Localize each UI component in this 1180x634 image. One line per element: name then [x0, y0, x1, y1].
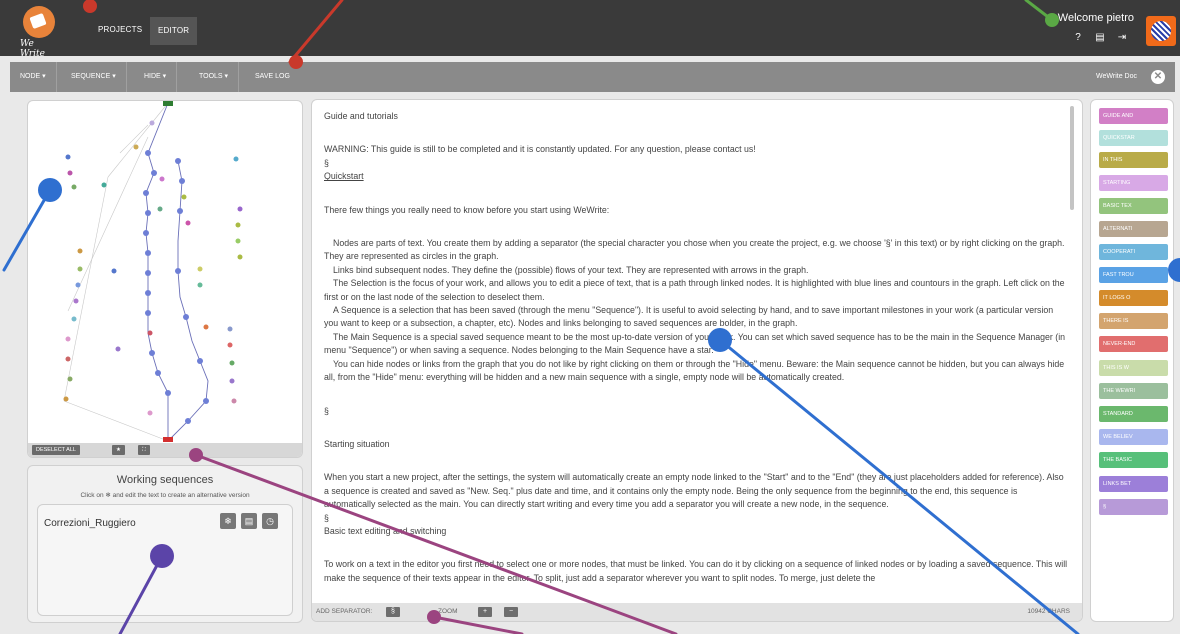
nav-editor[interactable]: EDITOR	[150, 17, 198, 45]
paragraph: §	[324, 405, 329, 416]
graph-panel[interactable]: DESELECT ALL ★ ⛶	[27, 100, 303, 458]
document-title: WeWrite Doc	[1096, 73, 1137, 80]
paragraph: Basic text editing and switching	[324, 525, 447, 536]
help-icon[interactable]: ?	[1072, 32, 1084, 44]
menu-node[interactable]: NODE ▾	[10, 62, 57, 92]
node-item[interactable]: STARTING	[1099, 175, 1168, 191]
paragraph: §	[324, 157, 329, 168]
editor-scrollbar[interactable]	[1070, 106, 1074, 210]
node-item[interactable]: THERE IS	[1099, 313, 1168, 329]
menu-hide[interactable]: HIDE ▾	[134, 62, 178, 92]
node-item[interactable]: BASIC TEX	[1099, 198, 1168, 214]
node-item[interactable]: WE BELIEV	[1099, 429, 1168, 445]
node-item[interactable]: FAST TROU	[1099, 267, 1168, 283]
working-sequence-card[interactable]: Correzioni_Ruggiero ❄ ▤ ◷	[37, 504, 293, 616]
node-graph[interactable]	[28, 101, 303, 445]
paragraph: You can hide nodes or links from the gra…	[324, 358, 1065, 383]
node-item[interactable]: THIS IS W	[1099, 360, 1168, 376]
wewrite-logo[interactable]: We Write	[20, 6, 60, 59]
paragraph: A Sequence is a selection that has been …	[324, 305, 1054, 329]
logout-icon[interactable]: ⇥	[1116, 32, 1128, 44]
add-separator-label: ADD SEPARATOR:	[316, 608, 373, 615]
document-icon[interactable]: ▤	[1094, 32, 1106, 44]
zoom-label: ZOOM	[438, 608, 458, 615]
fit-view-button[interactable]: ⛶	[138, 445, 150, 455]
save-log-button[interactable]: SAVE LOG	[245, 62, 300, 92]
working-sequences-panel: Working sequences Click on ❄ and edit th…	[27, 465, 303, 623]
zoom-out-button[interactable]: −	[504, 607, 518, 617]
node-item[interactable]: THE WEWRI	[1099, 383, 1168, 399]
paragraph: Links bind subsequent nodes. They define…	[333, 264, 809, 275]
paragraph: Nodes are parts of text. You create them…	[324, 238, 1065, 262]
freeze-icon[interactable]: ❄	[220, 513, 236, 529]
character-count: 10942 CHARS	[1027, 608, 1070, 615]
logo-mark-icon	[23, 6, 55, 38]
node-item[interactable]: IN THIS	[1099, 152, 1168, 168]
node-item[interactable]: NEVER-END	[1099, 336, 1168, 352]
node-item[interactable]: COOPERATI	[1099, 244, 1168, 260]
node-list-sidebar: GUIDE AND QUICKSTAR IN THIS STARTING BAS…	[1090, 99, 1174, 622]
working-sequence-name: Correzioni_Ruggiero	[44, 518, 136, 529]
node-item[interactable]: STANDARD	[1099, 406, 1168, 422]
comment-icon[interactable]: ▤	[241, 513, 257, 529]
paragraph: The Selection is the focus of your work,…	[324, 278, 1065, 302]
nav-projects[interactable]: PROJECTS	[90, 18, 150, 42]
paragraph: Guide and tutorials	[324, 111, 398, 121]
editor-toolbar: NODE ▾ SEQUENCE ▾ HIDE ▾ TOOLS ▾ SAVE LO…	[10, 62, 1175, 92]
working-sequences-title: Working sequences	[116, 474, 214, 486]
paragraph: There few things you really need to know…	[324, 204, 610, 215]
welcome-message: Welcome pietro	[1057, 12, 1134, 24]
node-item[interactable]: ALTERNATI	[1099, 221, 1168, 237]
paragraph: §	[324, 512, 329, 523]
add-separator-button[interactable]: §	[386, 607, 400, 617]
node-item[interactable]: QUICKSTAR	[1099, 130, 1168, 146]
logo-wordmark: We Write	[20, 39, 45, 59]
paragraph: Starting situation	[324, 438, 390, 449]
paragraph: When you start a new project, after the …	[324, 472, 1064, 510]
node-item[interactable]: LINKS BET	[1099, 476, 1168, 492]
working-sequences-hint: Click on ❄ and edit the text to create a…	[80, 492, 250, 499]
paragraph: WARNING: This guide is still to be compl…	[324, 144, 756, 155]
user-avatar[interactable]	[1146, 16, 1176, 46]
node-item[interactable]: §	[1099, 499, 1168, 515]
node-item[interactable]: IT LOGS O	[1099, 290, 1168, 306]
zoom-in-button[interactable]: +	[478, 607, 492, 617]
graph-footer: DESELECT ALL ★ ⛶	[28, 443, 302, 457]
editor-footer: ADD SEPARATOR: § ZOOM + − 10942 CHARS	[312, 603, 1082, 621]
menu-sequence[interactable]: SEQUENCE ▾	[61, 62, 127, 92]
text-editor[interactable]: Guide and tutorials WARNING: This guide …	[311, 99, 1083, 622]
star-button[interactable]: ★	[112, 445, 125, 455]
paragraph: To work on a text in the editor you firs…	[324, 559, 1068, 583]
node-item[interactable]: GUIDE AND	[1099, 108, 1168, 124]
node-item[interactable]: THE BASIC	[1099, 452, 1168, 468]
menu-tools[interactable]: TOOLS ▾	[189, 62, 240, 92]
paragraph: The Main Sequence is a special saved seq…	[324, 331, 1066, 356]
paragraph: Quickstart	[324, 171, 364, 182]
deselect-all-button[interactable]: DESELECT ALL	[32, 445, 80, 455]
editor-content[interactable]: Guide and tutorials WARNING: This guide …	[324, 110, 1068, 604]
top-navigation-bar: We Write PROJECTS EDITOR Welcome pietro …	[0, 0, 1180, 59]
close-icon[interactable]: ✕	[1151, 70, 1165, 84]
history-icon[interactable]: ◷	[262, 513, 278, 529]
